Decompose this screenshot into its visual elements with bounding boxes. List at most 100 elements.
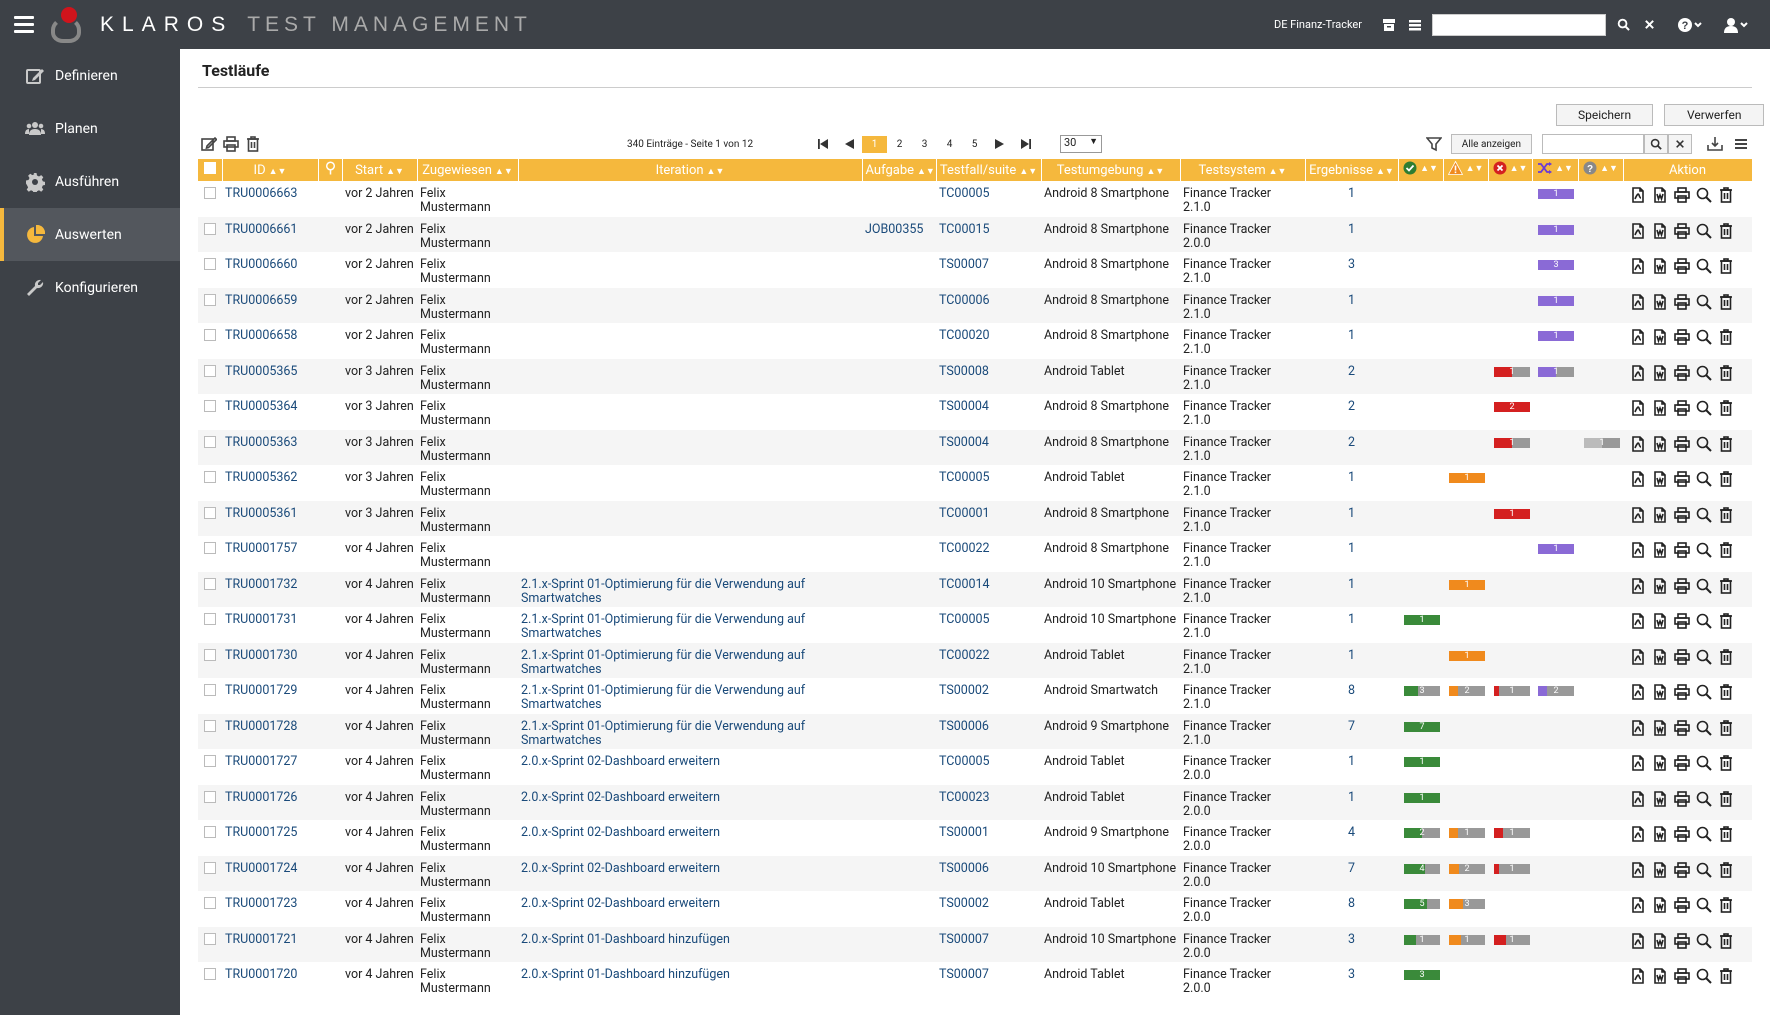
row-checkbox[interactable]	[204, 329, 216, 341]
export-pdf-button[interactable]	[1630, 542, 1646, 562]
export-pdf-button[interactable]	[1630, 861, 1646, 882]
table-row[interactable]: TRU0001724 vor 4 Jahren Felix Mustermann 2.…	[198, 855, 1752, 891]
result-bar[interactable]: 1	[1449, 650, 1485, 661]
view-details-button[interactable]	[1696, 471, 1712, 491]
table-row[interactable]: TRU0005364 vor 3 Jahren Felix Mustermann TS…	[198, 394, 1752, 430]
print-button[interactable]	[1674, 897, 1690, 917]
row-checkbox[interactable]	[204, 932, 216, 945]
testcase-link[interactable]: TC00006	[939, 293, 990, 308]
iteration-link[interactable]: 2.0.x-Sprint 02-Dashboard erweitern	[521, 754, 720, 769]
print-button[interactable]	[1674, 684, 1690, 704]
table-row[interactable]: TRU0005365 vor 3 Jahren Felix Mustermann TS…	[198, 358, 1752, 394]
row-checkbox[interactable]	[204, 258, 216, 270]
table-row[interactable]: TRU0006658 vor 2 Jahren Felix Mustermann TC…	[198, 323, 1752, 359]
delete-button[interactable]	[1718, 293, 1734, 314]
table-row[interactable]: TRU0006661 vor 2 Jahren Felix Mustermann JO…	[198, 216, 1752, 252]
table-search-icon[interactable]	[1644, 134, 1668, 154]
export-pdf-button[interactable]	[1630, 826, 1646, 846]
export-pdf-button[interactable]	[1630, 577, 1646, 598]
export-pdf-button[interactable]	[1630, 471, 1646, 491]
results-count-link[interactable]: 1	[1348, 541, 1355, 556]
test-run-id-link[interactable]: TRU0001723	[225, 896, 297, 911]
export-pdf-button[interactable]	[1630, 790, 1646, 811]
testcase-link[interactable]: TC00020	[939, 328, 990, 343]
testcase-link[interactable]: TC00005	[939, 754, 990, 769]
next-page-icon[interactable]	[987, 134, 1013, 154]
testcase-link[interactable]: TS00006	[939, 861, 989, 876]
view-details-button[interactable]	[1696, 187, 1712, 207]
testcase-link[interactable]: TS00002	[939, 683, 989, 698]
result-bar[interactable]: 1	[1494, 934, 1530, 945]
testcase-link[interactable]: TC00014	[939, 577, 990, 592]
print-button[interactable]	[1674, 435, 1690, 456]
print-button[interactable]	[1674, 187, 1690, 207]
testcase-link[interactable]: TS00004	[939, 435, 989, 450]
result-bar[interactable]: 1	[1404, 792, 1440, 803]
view-details-button[interactable]	[1696, 933, 1712, 953]
row-checkbox[interactable]	[204, 861, 216, 874]
export-pdf-button[interactable]	[1630, 897, 1646, 917]
column-header-start[interactable]: Start ▲▼	[342, 159, 418, 181]
delete-button[interactable]	[1718, 542, 1734, 562]
result-bar[interactable]: 1	[1449, 579, 1485, 590]
export-word-button[interactable]	[1652, 187, 1668, 207]
export-word-button[interactable]	[1652, 293, 1668, 314]
row-checkbox[interactable]	[204, 790, 216, 803]
testcase-link[interactable]: TC00001	[939, 506, 990, 521]
row-checkbox[interactable]	[204, 968, 216, 980]
discard-button[interactable]: Verwerfen	[1664, 104, 1765, 126]
global-search-input[interactable]	[1432, 13, 1606, 36]
view-details-button[interactable]	[1696, 507, 1712, 527]
export-pdf-button[interactable]	[1630, 648, 1646, 669]
print-button[interactable]	[1674, 613, 1690, 633]
delete-button[interactable]	[1718, 826, 1734, 846]
sidebar-item-konfigurieren[interactable]: Konfigurieren	[0, 261, 180, 314]
delete-button[interactable]	[1718, 471, 1734, 491]
print-button[interactable]	[1674, 542, 1690, 562]
results-count-link[interactable]: 1	[1348, 790, 1355, 805]
test-run-id-link[interactable]: TRU0006658	[225, 328, 297, 343]
export-pdf-button[interactable]	[1630, 187, 1646, 207]
print-button[interactable]	[1674, 790, 1690, 811]
table-row[interactable]: TRU0005362 vor 3 Jahren Felix Mustermann TC…	[198, 465, 1752, 501]
select-all-checkbox[interactable]	[198, 159, 223, 181]
result-bar[interactable]: 1	[1494, 437, 1530, 448]
testcase-link[interactable]: TS00007	[939, 932, 989, 947]
print-button[interactable]	[1674, 861, 1690, 882]
results-count-link[interactable]: 7	[1348, 719, 1355, 734]
results-count-link[interactable]: 2	[1348, 399, 1355, 414]
delete-button[interactable]	[1718, 400, 1734, 420]
user-menu-icon[interactable]	[1718, 14, 1754, 36]
column-header-job[interactable]: Aufgabe ▲▼	[862, 159, 937, 181]
print-button[interactable]	[1674, 755, 1690, 775]
delete-button[interactable]	[1718, 648, 1734, 669]
table-row[interactable]: TRU0006660 vor 2 Jahren Felix Mustermann TS…	[198, 252, 1752, 288]
export-pdf-button[interactable]	[1630, 258, 1646, 278]
print-button[interactable]	[1674, 400, 1690, 420]
column-header-testcase[interactable]: Testfall/suite ▲▼	[936, 159, 1042, 181]
sidebar-item-auswerten[interactable]: Auswerten	[0, 208, 180, 261]
print-button[interactable]	[1674, 364, 1690, 385]
test-run-id-link[interactable]: TRU0001720	[225, 967, 297, 982]
results-count-link[interactable]: 1	[1348, 222, 1355, 237]
export-word-button[interactable]	[1652, 684, 1668, 704]
export-word-button[interactable]	[1652, 932, 1668, 953]
table-clear-icon[interactable]	[1668, 134, 1692, 154]
print-button[interactable]	[1674, 932, 1690, 953]
print-button[interactable]	[1674, 826, 1690, 846]
testcase-link[interactable]: TC00005	[939, 470, 990, 485]
archive-icon[interactable]	[1376, 12, 1402, 38]
results-count-link[interactable]: 1	[1348, 754, 1355, 769]
sidebar-item-planen[interactable]: Planen	[0, 102, 180, 155]
table-row[interactable]: TRU0001757 vor 4 Jahren Felix Mustermann TC…	[198, 536, 1752, 572]
testcase-link[interactable]: TC00022	[939, 541, 990, 556]
result-bar[interactable]: 5	[1404, 899, 1440, 909]
delete-button[interactable]	[1718, 719, 1734, 740]
result-bar[interactable]: 4	[1404, 863, 1440, 874]
search-icon[interactable]	[1610, 14, 1636, 36]
results-count-link[interactable]: 1	[1348, 506, 1355, 521]
export-word-button[interactable]	[1652, 790, 1668, 811]
iteration-link[interactable]: 2.1.x-Sprint 01-Optimierung für die Verw…	[521, 648, 805, 677]
sidebar-item-ausfuehren[interactable]: Ausführen	[0, 155, 180, 208]
row-checkbox[interactable]	[204, 542, 216, 554]
